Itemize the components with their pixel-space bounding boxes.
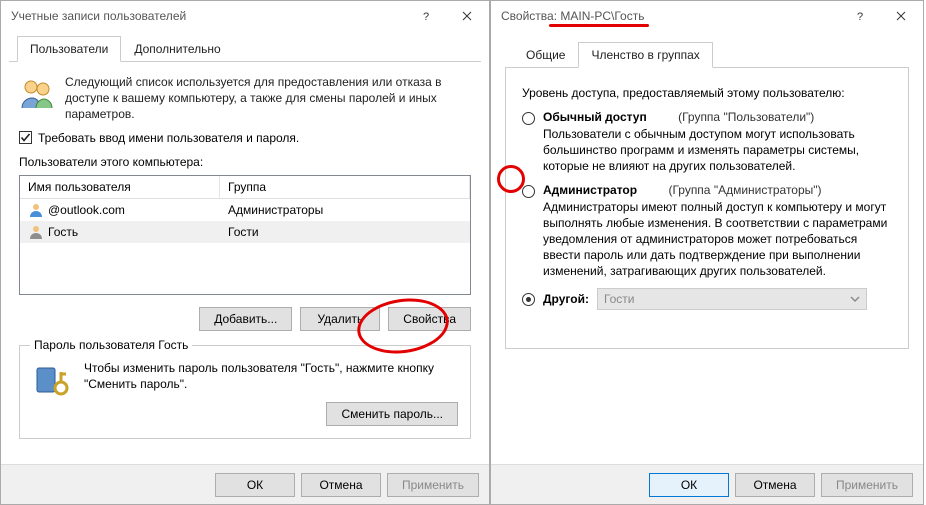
- tab-advanced[interactable]: Дополнительно: [121, 36, 233, 62]
- titlebar-buttons: ?: [841, 2, 921, 30]
- other-group-combobox[interactable]: Гости: [597, 288, 867, 310]
- radio-admin-group: (Группа "Администраторы"): [668, 183, 821, 197]
- tab-general[interactable]: Общие: [513, 42, 578, 68]
- apply-button[interactable]: Применить: [387, 473, 479, 497]
- tab-content: Следующий список используется для предос…: [1, 62, 489, 451]
- password-help-text: Чтобы изменить пароль пользователя "Гост…: [84, 360, 458, 392]
- change-password-button[interactable]: Сменить пароль...: [326, 402, 458, 426]
- require-credentials-row[interactable]: Требовать ввод имени пользователя и паро…: [19, 131, 471, 145]
- access-level-label: Уровень доступа, предоставляемый этому п…: [506, 86, 908, 100]
- cell-username: @outlook.com: [48, 203, 125, 217]
- users-list-label: Пользователи этого компьютера:: [19, 155, 471, 169]
- radio-admin-title: Администратор: [543, 183, 637, 197]
- tabstrip: Пользователи Дополнительно: [9, 35, 481, 62]
- window-title: Учетные записи пользователей: [11, 9, 186, 23]
- radio-admin[interactable]: Администратор (Группа "Администраторы") …: [506, 183, 908, 288]
- cell-group: Гости: [228, 225, 259, 239]
- cell-group: Администраторы: [228, 203, 323, 217]
- user-icon: [28, 224, 44, 240]
- radio-standard-title: Обычный доступ: [543, 110, 647, 124]
- require-credentials-label: Требовать ввод имени пользователя и паро…: [38, 131, 299, 145]
- checkbox-icon: [19, 131, 32, 144]
- help-button[interactable]: ?: [407, 2, 447, 30]
- listview-header: Имя пользователя Группа: [20, 176, 470, 199]
- apply-button[interactable]: Применить: [821, 473, 913, 497]
- titlebar-buttons: ?: [407, 2, 487, 30]
- groupbox-title: Пароль пользователя Гость: [30, 338, 192, 352]
- col-username[interactable]: Имя пользователя: [20, 176, 220, 198]
- table-row[interactable]: @outlook.com Администраторы: [20, 199, 470, 221]
- tabstrip: Общие Членство в группах: [505, 41, 909, 68]
- window-title: Свойства: MAIN-PC\Гость: [501, 9, 644, 23]
- password-groupbox: Пароль пользователя Гость Чтобы изменить…: [19, 345, 471, 439]
- radio-other-title: Другой:: [543, 292, 589, 306]
- tab-membership[interactable]: Членство в группах: [578, 42, 712, 68]
- users-icon: [19, 74, 55, 110]
- tab-users[interactable]: Пользователи: [17, 36, 121, 62]
- users-listview[interactable]: Имя пользователя Группа @outlook.com Адм…: [19, 175, 471, 295]
- close-button[interactable]: [447, 2, 487, 30]
- user-icon: [28, 202, 44, 218]
- add-button[interactable]: Добавить...: [199, 307, 292, 331]
- col-group[interactable]: Группа: [220, 176, 470, 198]
- combobox-value: Гости: [604, 292, 635, 306]
- close-button[interactable]: [881, 2, 921, 30]
- radio-admin-text: Администраторы имеют полный доступ к ком…: [543, 199, 892, 280]
- intro-text: Следующий список используется для предос…: [65, 74, 471, 123]
- radio-standard-text: Пользователи с обычным доступом могут ис…: [543, 126, 892, 175]
- titlebar: Учетные записи пользователей ?: [1, 1, 489, 31]
- cell-username: Гость: [48, 225, 78, 239]
- chevron-down-icon: [850, 294, 860, 304]
- svg-text:?: ?: [857, 11, 863, 21]
- radio-icon: [522, 185, 535, 198]
- radio-standard-group: (Группа "Пользователи"): [678, 110, 814, 124]
- radio-standard[interactable]: Обычный доступ (Группа "Пользователи") П…: [506, 110, 908, 183]
- dialog-buttons: ОК Отмена Применить: [1, 464, 489, 504]
- properties-button[interactable]: Свойства: [388, 307, 471, 331]
- annotation-underline: [549, 24, 649, 27]
- table-row[interactable]: Гость Гости: [20, 221, 470, 243]
- help-button[interactable]: ?: [841, 2, 881, 30]
- ok-button[interactable]: ОК: [649, 473, 729, 497]
- key-icon: [32, 360, 72, 400]
- cancel-button[interactable]: Отмена: [301, 473, 381, 497]
- properties-window: Свойства: MAIN-PC\Гость ? Общие Членство…: [490, 0, 924, 505]
- radio-icon: [522, 293, 535, 306]
- radio-other[interactable]: Другой: Гости: [506, 288, 908, 318]
- remove-button[interactable]: Удалить: [300, 307, 380, 331]
- user-accounts-window: Учетные записи пользователей ? Пользоват…: [0, 0, 490, 505]
- cancel-button[interactable]: Отмена: [735, 473, 815, 497]
- svg-text:?: ?: [423, 11, 429, 21]
- ok-button[interactable]: ОК: [215, 473, 295, 497]
- dialog-buttons: ОК Отмена Применить: [491, 464, 923, 504]
- radio-icon: [522, 112, 535, 125]
